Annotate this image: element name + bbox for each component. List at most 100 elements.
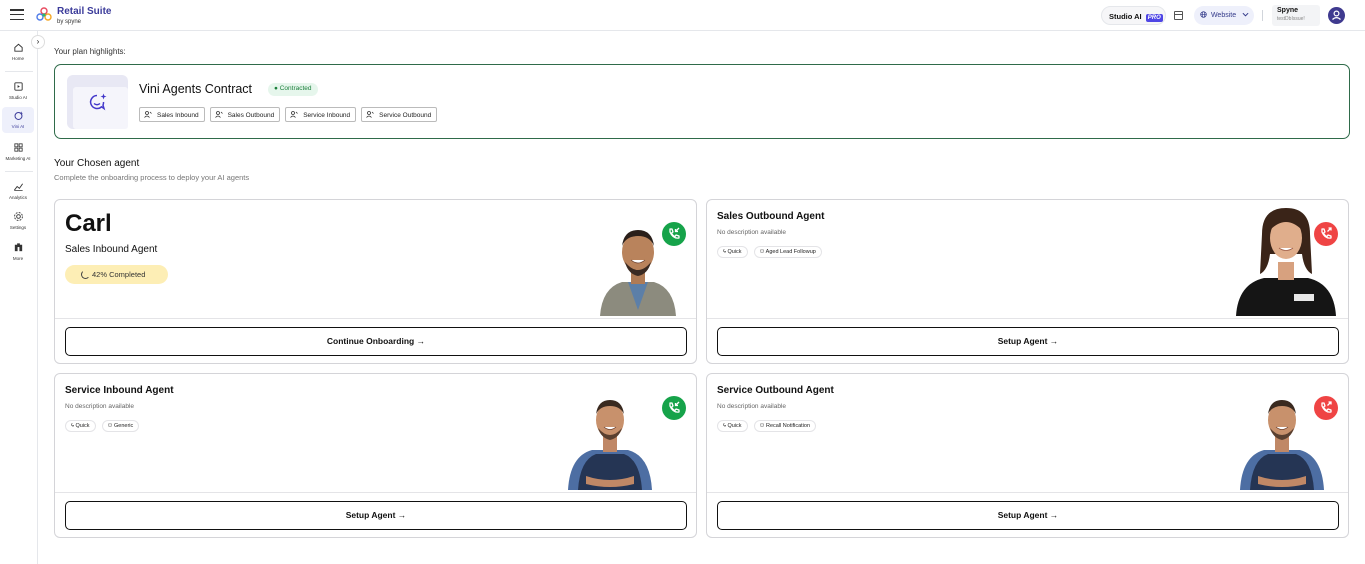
studio-ai-switch[interactable]: Studio AI PRO (1101, 6, 1166, 25)
divider (55, 318, 696, 319)
divider (5, 171, 33, 172)
top-bar: Retail Suite by spyne Studio AI PRO Webs… (0, 0, 1365, 31)
tag-chip: ⚇ Generic (101, 420, 140, 432)
globe-icon (1200, 11, 1207, 18)
plan-card: Vini Agents Contract ● Contracted Sales … (54, 64, 1350, 139)
sidebar-item-studio-ai[interactable]: Studio AI (2, 78, 34, 104)
sidebar-item-vini-ai[interactable]: Vini AI (2, 107, 34, 133)
agent-icon (214, 111, 223, 118)
pro-badge: PRO (1145, 14, 1163, 22)
agent-role: Sales Inbound Agent (65, 244, 158, 255)
inbound-call-icon (662, 396, 686, 420)
agent-icon (290, 111, 298, 118)
sidebar-item-marketing-ai[interactable]: Marketing AI (2, 139, 34, 165)
sidebar-expand-button[interactable]: › (31, 35, 45, 49)
agent-card-carl: Carl Sales Inbound Agent 42% Completed C… (54, 199, 697, 364)
sidebar-item-analytics[interactable]: Analytics (2, 178, 34, 204)
sidebar-item-label: More (12, 256, 24, 261)
agent-name: Carl (65, 210, 112, 237)
agent-name: Sales Outbound Agent (717, 211, 825, 222)
avatar[interactable] (1328, 7, 1345, 24)
plan-tag: Sales Outbound (209, 107, 281, 122)
divider (1262, 10, 1263, 21)
brand-subtitle: by spyne (57, 19, 82, 25)
agent-description: No description available (717, 403, 787, 410)
sidebar-item-settings[interactable]: Settings (2, 208, 34, 234)
setup-agent-button[interactable]: Setup Agent → (65, 501, 687, 530)
agent-icon (366, 111, 374, 118)
inbound-call-icon (662, 222, 686, 246)
website-dropdown[interactable]: Website (1194, 6, 1254, 25)
tag-chip: ϟ Quick (717, 420, 748, 432)
agent-photo (1240, 400, 1324, 490)
user-email: testDbIssue! (1277, 16, 1305, 22)
outbound-call-icon (1314, 222, 1338, 246)
website-label: Website (1210, 12, 1237, 19)
tag-chip: ⚇ Recall Notification (753, 420, 817, 432)
sidebar-item-label: Marketing AI (5, 156, 31, 161)
user-icon (1332, 10, 1341, 20)
setup-agent-button[interactable]: Setup Agent → (717, 327, 1339, 356)
sidebar: Home Studio AI Vini AI Marketing AI Anal… (0, 31, 38, 564)
sidebar-item-more[interactable]: More (2, 239, 34, 265)
agent-description: No description available (717, 229, 787, 236)
studio-ai-label: Studio AI (1109, 12, 1142, 21)
sidebar-item-label: Analytics (8, 195, 27, 200)
marketing-icon (13, 143, 23, 152)
chosen-agent-title: Your Chosen agent (54, 158, 140, 169)
plan-title: Vini Agents Contract (139, 82, 253, 96)
user-name: Spyne (1277, 7, 1299, 14)
outbound-call-icon (1314, 396, 1338, 420)
divider (707, 492, 1348, 493)
settings-icon (13, 212, 23, 221)
sidebar-item-label: Studio AI (8, 95, 27, 100)
chosen-agent-subtitle: Complete the onboarding process to deplo… (54, 173, 250, 182)
sidebar-item-home[interactable]: Home (2, 39, 34, 65)
brand-logo (36, 7, 52, 21)
chat-sparkle-icon (89, 93, 107, 111)
plan-thumbnail (67, 75, 128, 129)
divider (5, 71, 33, 72)
agent-photo (568, 400, 652, 490)
brand-title: Retail Suite (57, 6, 112, 17)
more-icon (14, 243, 22, 252)
agent-tags: ϟ Quick ⚇ Generic (65, 420, 140, 432)
plan-tag: Service Outbound (361, 107, 438, 122)
user-info[interactable]: Spyne testDbIssue! (1272, 5, 1320, 26)
plan-section-label: Your plan highlights: (54, 47, 126, 56)
tag-chip: ϟ Quick (717, 246, 748, 258)
calendar-icon[interactable] (1174, 11, 1183, 20)
agent-name: Service Outbound Agent (717, 385, 834, 396)
status-badge: ● Contracted (268, 83, 318, 96)
agent-description: No description available (65, 403, 135, 410)
agent-tags: ϟ Quick ⚇ Aged Lead Followup (717, 246, 822, 258)
agent-card-service-outbound: Service Outbound Agent No description av… (706, 373, 1349, 538)
plan-tags: Sales Inbound Sales Outbound Service Inb… (139, 107, 438, 122)
progress-badge: 42% Completed (65, 265, 168, 284)
agent-tags: ϟ Quick ⚇ Recall Notification (717, 420, 817, 432)
chevron-down-icon (1242, 12, 1249, 17)
sidebar-item-label: Settings (9, 225, 27, 230)
studio-icon (13, 82, 23, 91)
agent-card-sales-outbound: Sales Outbound Agent No description avai… (706, 199, 1349, 364)
divider (55, 492, 696, 493)
vini-icon (14, 111, 23, 120)
menu-icon[interactable] (10, 9, 24, 21)
analytics-icon (13, 183, 23, 191)
home-icon (13, 43, 23, 52)
plan-tag: Service Inbound (285, 107, 357, 122)
agent-card-service-inbound: Service Inbound Agent No description ava… (54, 373, 697, 538)
agent-icon (144, 111, 152, 118)
progress-label: 42% Completed (92, 270, 146, 279)
status-label: Contracted (279, 85, 312, 92)
tag-chip: ϟ Quick (65, 420, 96, 432)
tag-chip: ⚇ Aged Lead Followup (753, 246, 822, 258)
setup-agent-button[interactable]: Setup Agent → (717, 501, 1339, 530)
sidebar-item-label: Home (11, 56, 24, 61)
progress-spinner-icon (81, 270, 90, 279)
agent-name: Service Inbound Agent (65, 385, 174, 396)
sidebar-item-label: Vini AI (11, 124, 25, 129)
agent-photo (1236, 208, 1336, 316)
continue-onboarding-button[interactable]: Continue Onboarding → (65, 327, 687, 356)
divider (707, 318, 1348, 319)
